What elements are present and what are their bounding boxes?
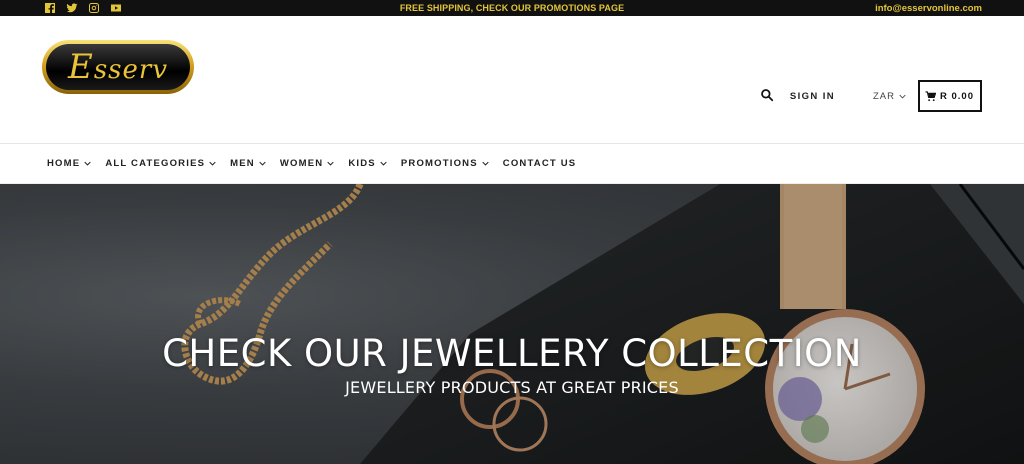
- chevron-down-icon: [380, 161, 387, 166]
- header-actions: SIGN IN ZAR R 0.00: [760, 80, 982, 112]
- logo-text: Esserv: [68, 47, 168, 87]
- search-icon[interactable]: [760, 88, 776, 104]
- cart-total: R 0.00: [940, 90, 974, 102]
- nav-label: WOMEN: [279, 158, 324, 169]
- chevron-down-icon: [84, 161, 91, 166]
- hero-banner[interactable]: CHECK OUR JEWELLERY COLLECTION JEWELLERY…: [0, 184, 1024, 464]
- currency-label: ZAR: [873, 90, 895, 102]
- site-logo[interactable]: Esserv: [42, 40, 194, 94]
- logo-rest: sserv: [93, 55, 169, 85]
- chevron-down-icon: [327, 161, 334, 166]
- main-nav: HOME ALL CATEGORIES MEN WOMEN KIDS PROMO…: [0, 144, 1024, 184]
- chevron-down-icon: [899, 94, 906, 99]
- nav-item-kids[interactable]: KIDS: [348, 158, 387, 169]
- chevron-down-icon: [209, 161, 216, 166]
- hero-subtitle: JEWELLERY PRODUCTS AT GREAT PRICES: [345, 378, 679, 397]
- chevron-down-icon: [259, 161, 266, 166]
- nav-item-men[interactable]: MEN: [230, 158, 266, 169]
- facebook-icon[interactable]: [44, 2, 56, 14]
- twitter-icon[interactable]: [66, 2, 78, 14]
- youtube-icon[interactable]: [110, 2, 122, 14]
- cart-icon: [925, 90, 936, 101]
- hero-image: [0, 184, 1024, 464]
- nav-item-promotions[interactable]: PROMOTIONS: [401, 158, 489, 169]
- logo-initial: E: [67, 47, 94, 87]
- nav-item-contact-us[interactable]: CONTACT US: [503, 158, 577, 169]
- nav-item-all-categories[interactable]: ALL CATEGORIES: [105, 158, 216, 169]
- sign-in-link[interactable]: SIGN IN: [790, 91, 835, 102]
- hero-title: CHECK OUR JEWELLERY COLLECTION: [162, 332, 862, 375]
- currency-selector[interactable]: ZAR: [873, 91, 906, 102]
- social-links: [44, 2, 122, 14]
- nav-label: CONTACT US: [502, 158, 577, 169]
- nav-label: PROMOTIONS: [400, 158, 478, 169]
- nav-label: HOME: [47, 158, 81, 169]
- top-bar: FREE SHIPPING, CHECK OUR PROMOTIONS PAGE…: [0, 0, 1024, 16]
- promo-text[interactable]: FREE SHIPPING, CHECK OUR PROMOTIONS PAGE: [400, 3, 624, 13]
- contact-email[interactable]: info@esservonline.com: [875, 3, 982, 14]
- nav-label: ALL CATEGORIES: [105, 158, 206, 169]
- cart-button[interactable]: R 0.00: [918, 80, 982, 112]
- logo-badge: Esserv: [46, 44, 190, 90]
- nav-label: KIDS: [348, 158, 376, 169]
- nav-item-home[interactable]: HOME: [47, 158, 91, 169]
- nav-item-women[interactable]: WOMEN: [280, 158, 334, 169]
- instagram-icon[interactable]: [88, 2, 100, 14]
- site-header: Esserv SIGN IN ZAR R 0.00: [0, 16, 1024, 144]
- nav-label: MEN: [230, 158, 255, 169]
- chevron-down-icon: [482, 161, 489, 166]
- promo-banner: FREE SHIPPING, CHECK OUR PROMOTIONS PAGE: [0, 3, 1024, 13]
